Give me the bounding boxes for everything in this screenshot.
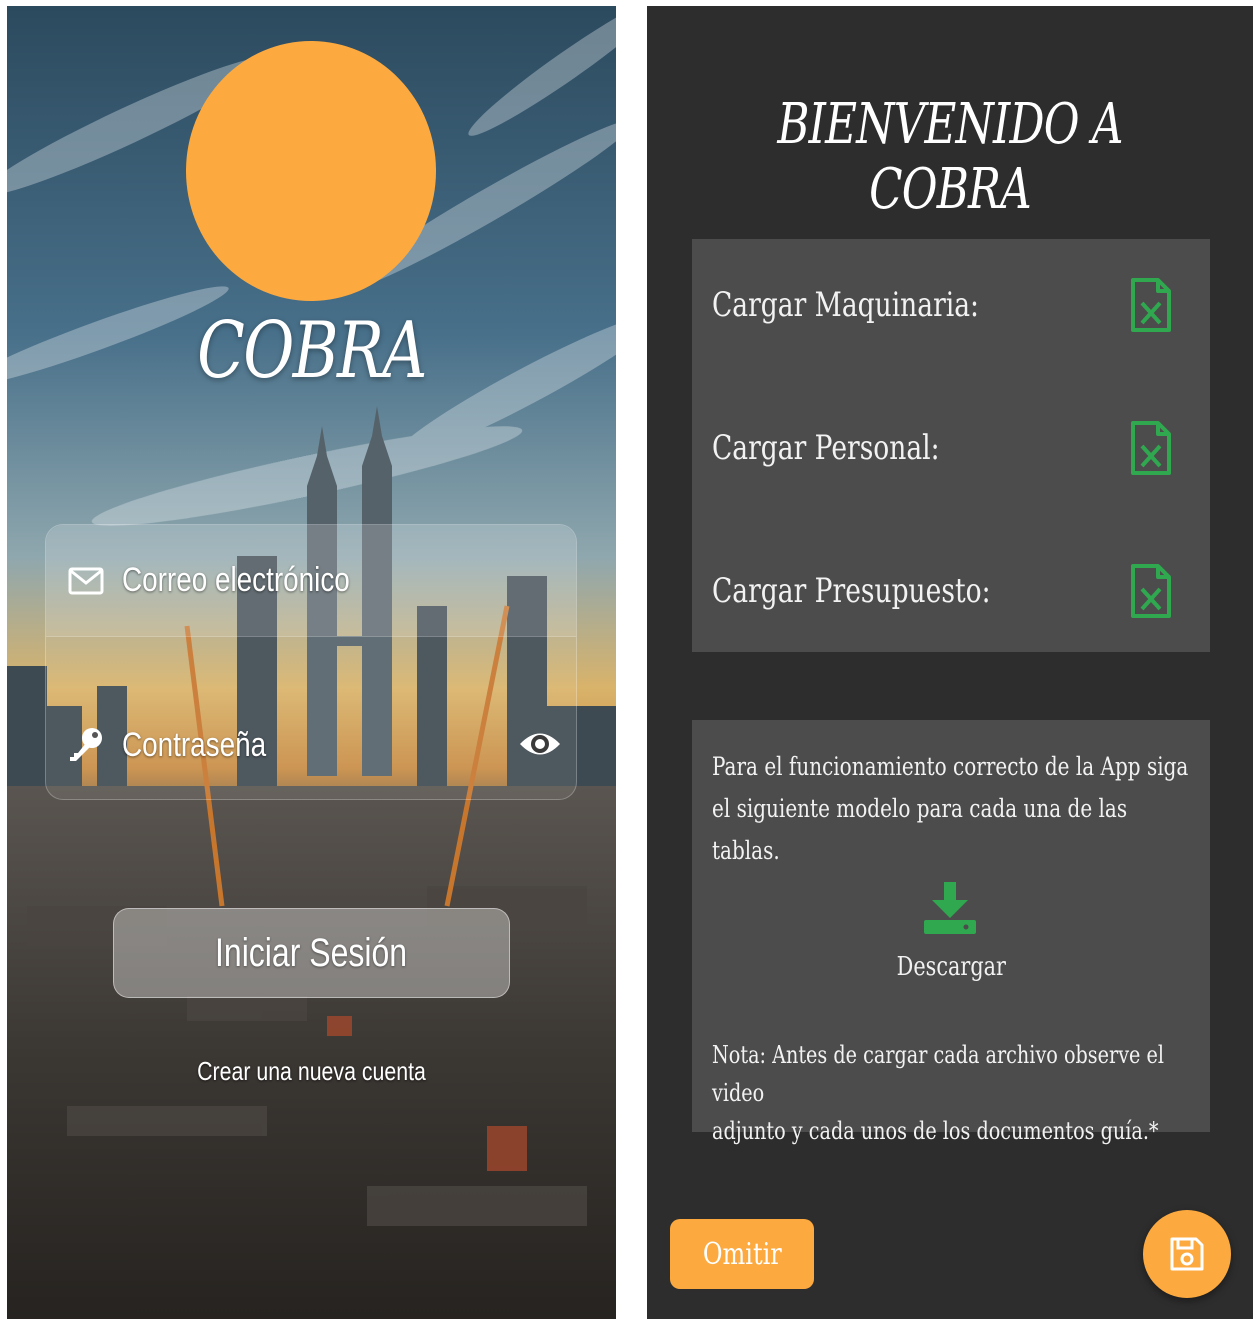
welcome-title-text: BIENVENIDO A COBRA xyxy=(777,92,1123,222)
password-placeholder: Contraseña xyxy=(122,725,267,764)
download-button[interactable]: Descargar xyxy=(692,952,1210,982)
upload-label: Cargar Presupuesto: xyxy=(712,571,991,611)
envelope-icon xyxy=(66,561,106,601)
omit-button[interactable]: Omitir xyxy=(670,1219,814,1289)
email-field[interactable]: Correo electrónico xyxy=(46,525,576,637)
upload-row-maquinaria[interactable]: Cargar Maquinaria: xyxy=(692,275,1210,335)
info-line: el siguiente modelo para cada una de las… xyxy=(712,794,1128,865)
eye-icon[interactable] xyxy=(518,727,562,761)
note-line: Nota: Antes de cargar cada archivo obser… xyxy=(712,1041,1165,1107)
upload-label: Cargar Maquinaria: xyxy=(712,285,979,325)
login-screen: COBRA Correo electrónico Contraseña Inic… xyxy=(7,6,616,1319)
welcome-screen: BIENVENIDO A COBRA Cargar Maquinaria: Ca… xyxy=(647,6,1253,1319)
info-line: Para el funcionamiento correcto de la Ap… xyxy=(712,752,1189,781)
welcome-title: BIENVENIDO A COBRA xyxy=(647,92,1253,222)
note-text: Nota: Antes de cargar cada archivo obser… xyxy=(712,1036,1192,1150)
download-icon[interactable] xyxy=(922,880,978,936)
email-placeholder: Correo electrónico xyxy=(122,561,350,599)
create-account-label: Crear una nueva cuenta xyxy=(197,1056,426,1086)
note-line: adjunto y cada unos de los documentos gu… xyxy=(712,1117,1159,1145)
floppy-disk-icon xyxy=(1170,1237,1204,1271)
info-text: Para el funcionamiento correcto de la Ap… xyxy=(712,746,1192,872)
brand-title: COBRA xyxy=(197,306,427,396)
upload-card: Cargar Maquinaria: Cargar Personal: Carg… xyxy=(692,239,1210,652)
omit-button-label: Omitir xyxy=(702,1236,782,1272)
create-account-link[interactable]: Crear una nueva cuenta xyxy=(7,1056,616,1087)
info-card: Para el funcionamiento correcto de la Ap… xyxy=(692,720,1210,1145)
password-field[interactable]: Contraseña xyxy=(46,689,576,801)
excel-file-icon[interactable] xyxy=(1130,277,1172,333)
upload-label: Cargar Personal: xyxy=(712,428,940,468)
login-form: Correo electrónico Contraseña xyxy=(45,524,577,800)
download-label: Descargar xyxy=(896,952,1006,982)
excel-file-icon[interactable] xyxy=(1130,563,1172,619)
excel-file-icon[interactable] xyxy=(1130,420,1172,476)
key-icon xyxy=(66,725,106,765)
login-button[interactable]: Iniciar Sesión xyxy=(113,908,510,998)
upload-row-presupuesto[interactable]: Cargar Presupuesto: xyxy=(692,561,1210,621)
upload-row-personal[interactable]: Cargar Personal: xyxy=(692,418,1210,478)
logo-circle xyxy=(186,41,436,301)
login-button-label: Iniciar Sesión xyxy=(215,930,408,975)
save-button[interactable] xyxy=(1143,1210,1231,1298)
